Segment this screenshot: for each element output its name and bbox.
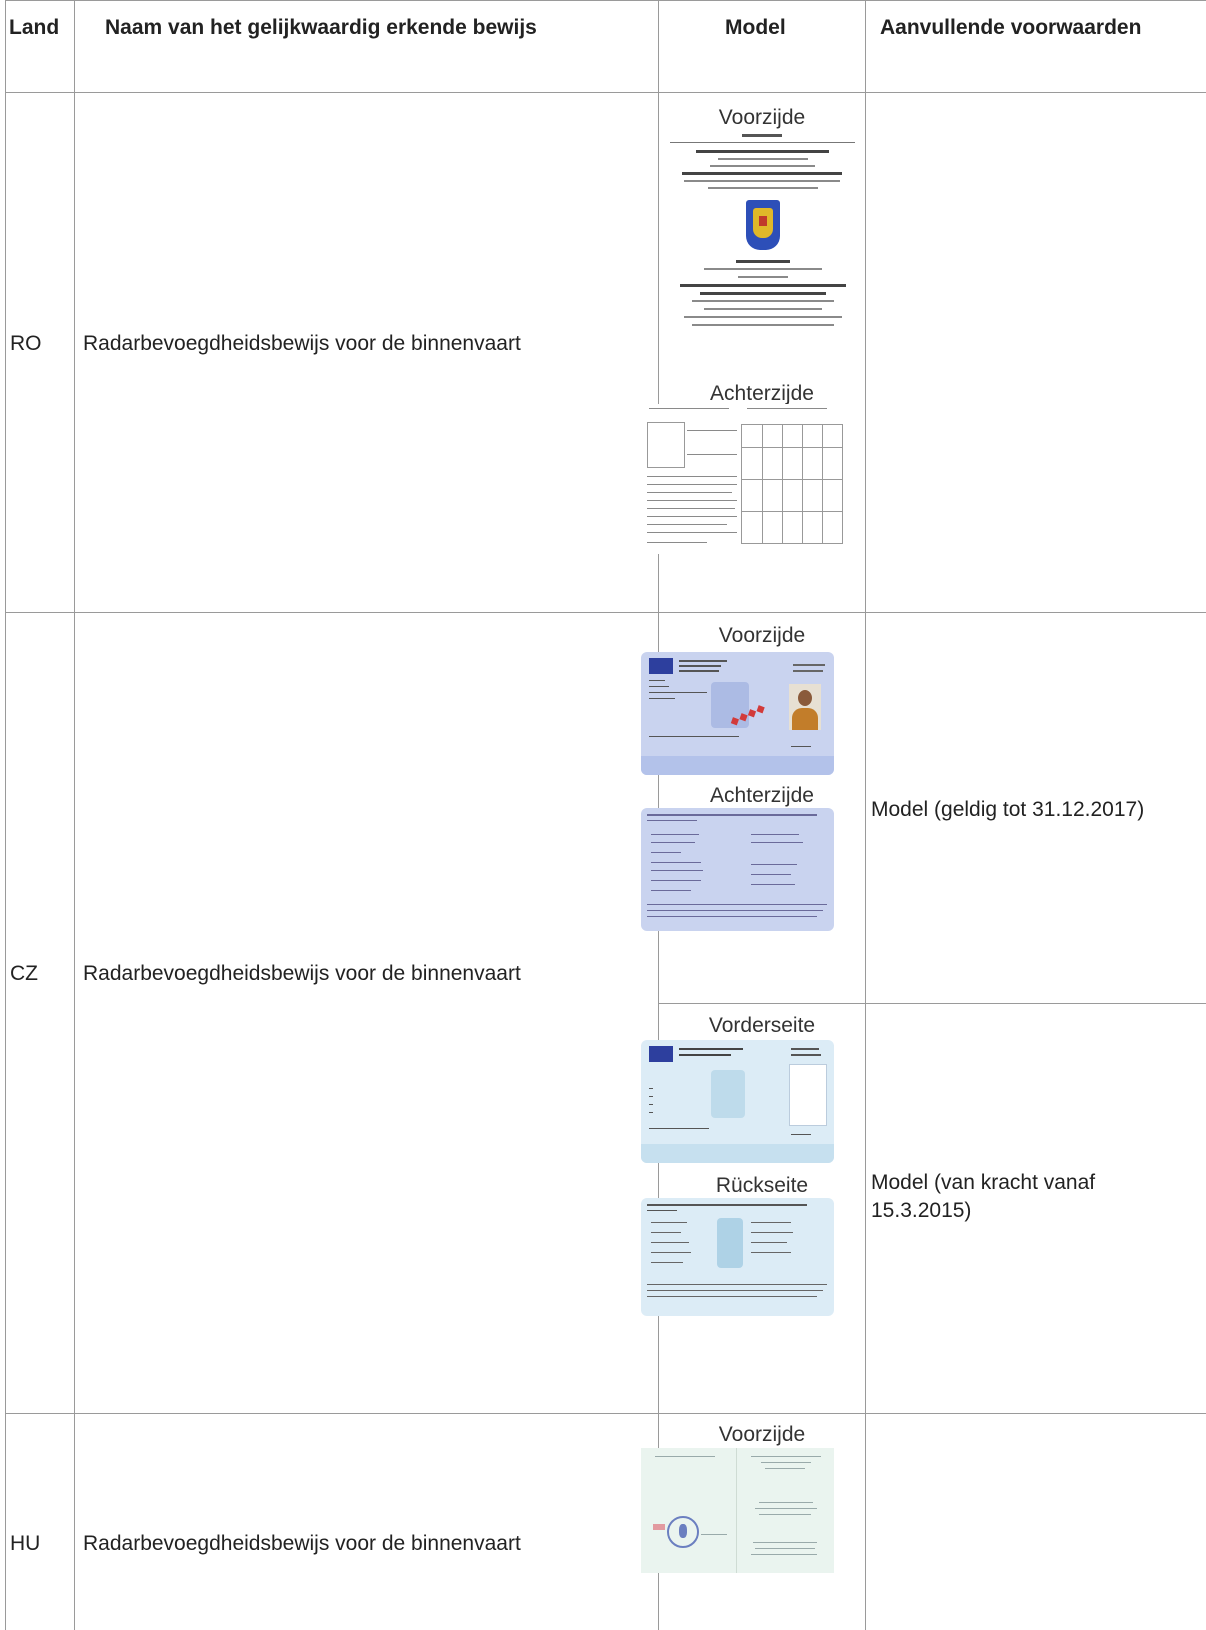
cz-old-front-card-image: ◆◆◆◆ [641, 652, 834, 775]
cell-land-hu: HU [10, 1532, 41, 1555]
cz-new-back-card-image [641, 1198, 834, 1316]
col-border-land [74, 0, 75, 1630]
photo-portrait-icon [789, 684, 821, 730]
label-back-cz-2: Rückseite [715, 1174, 809, 1197]
cell-name-hu: Radarbevoegdheidsbewijs voor de binnenva… [83, 1532, 521, 1555]
label-front-cz-2: Vorderseite [708, 1014, 816, 1037]
cell-name-cz: Radarbevoegdheidsbewijs voor de binnenva… [83, 962, 521, 985]
label-back-cz-1: Achterzijde [710, 784, 814, 807]
model-separator-cz [658, 1003, 1206, 1004]
cell-land-ro: RO [10, 332, 42, 355]
coat-of-arms-icon [746, 200, 780, 250]
label-front-hu: Voorzijde [718, 1423, 806, 1446]
stamp-seal-icon [667, 1516, 699, 1548]
cell-condition-cz-1: Model (geldig tot 31.12.2017) [871, 798, 1145, 821]
ro-back-table-grid [741, 424, 843, 544]
eu-flag-icon-2 [649, 1046, 673, 1062]
cell-condition-cz-2: Model (van kracht vanaf 15.3.2015) [871, 1171, 1096, 1222]
row-separator-cz-hu [5, 1413, 1206, 1414]
header-conditions: Aanvullende voorwaarden [880, 16, 1142, 39]
cell-name-ro: Radarbevoegdheidsbewijs voor de binnenva… [83, 332, 521, 355]
cz-old-back-card-image [641, 808, 834, 931]
ro-back-document-image [641, 404, 846, 554]
ro-front-document-image [670, 134, 855, 394]
label-front-ro: Voorzijde [718, 106, 806, 129]
header-name: Naam van het gelijkwaardig erkende bewij… [105, 16, 537, 39]
cz-new-front-card-image [641, 1040, 834, 1163]
label-front-cz-1: Voorzijde [718, 624, 806, 647]
eu-flag-icon [649, 658, 673, 674]
label-back-ro: Achterzijde [710, 382, 814, 405]
table-border-top [5, 0, 1206, 1]
col-border-model [865, 0, 866, 1630]
header-separator [5, 92, 1206, 93]
header-land: Land [9, 16, 60, 39]
col-border-left [5, 0, 6, 1630]
row-separator-ro-cz [5, 612, 1206, 613]
header-model: Model [725, 16, 786, 39]
hu-front-document-image [641, 1448, 834, 1573]
equivalence-table: Land Naam van het gelijkwaardig erkende … [5, 0, 1206, 1630]
cell-land-cz: CZ [10, 962, 38, 985]
